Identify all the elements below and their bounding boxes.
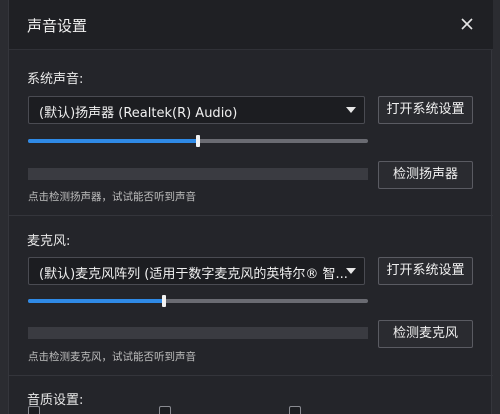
speaker-device-select[interactable]: (默认)扬声器 (Realtek(R) Audio) bbox=[28, 96, 365, 124]
audio-quality-checkbox[interactable] bbox=[159, 406, 171, 414]
microphone-level-meter bbox=[28, 327, 368, 339]
speaker-device-value: (默认)扬声器 (Realtek(R) Audio) bbox=[39, 106, 238, 121]
system-sound-label: 系统声音: bbox=[27, 72, 84, 87]
microphone-device-select[interactable]: (默认)麦克风阵列 (适用于数字麦克风的英特尔® 智... bbox=[28, 257, 365, 285]
chevron-down-icon bbox=[346, 268, 356, 274]
test-speaker-button[interactable]: 检测扬声器 bbox=[378, 161, 473, 189]
microphone-device-value: (默认)麦克风阵列 (适用于数字麦克风的英特尔® 智... bbox=[39, 267, 348, 282]
microphone-volume-slider[interactable] bbox=[28, 294, 368, 308]
dialog-titlebar: 声音设置 bbox=[9, 0, 493, 50]
close-icon[interactable] bbox=[459, 16, 475, 32]
speaker-level-meter bbox=[28, 168, 368, 180]
open-system-settings-button-mic[interactable]: 打开系统设置 bbox=[378, 257, 473, 285]
slider-thumb[interactable] bbox=[196, 135, 200, 147]
dialog-title: 声音设置 bbox=[27, 17, 88, 35]
section-divider bbox=[9, 375, 493, 376]
slider-thumb[interactable] bbox=[162, 295, 166, 307]
slider-fill bbox=[28, 139, 198, 143]
test-microphone-button[interactable]: 检测麦克风 bbox=[378, 320, 473, 348]
slider-fill bbox=[28, 299, 164, 303]
microphone-test-hint: 点击检测麦克风，试试能否听到声音 bbox=[28, 351, 196, 363]
sound-settings-dialog: 声音设置 系统声音: (默认)扬声器 (Realtek(R) Audio) 打开… bbox=[8, 0, 493, 414]
section-divider bbox=[9, 215, 493, 216]
chevron-down-icon bbox=[346, 107, 356, 113]
audio-quality-checkbox[interactable] bbox=[289, 406, 301, 414]
speaker-test-hint: 点击检测扬声器，试试能否听到声音 bbox=[28, 191, 196, 203]
speaker-volume-slider[interactable] bbox=[28, 134, 368, 148]
background-app-right-edge bbox=[492, 0, 500, 414]
microphone-label: 麦克风: bbox=[27, 234, 71, 249]
open-system-settings-button[interactable]: 打开系统设置 bbox=[378, 96, 473, 124]
audio-quality-checkbox[interactable] bbox=[28, 406, 40, 414]
background-app-left-edge bbox=[0, 0, 8, 414]
